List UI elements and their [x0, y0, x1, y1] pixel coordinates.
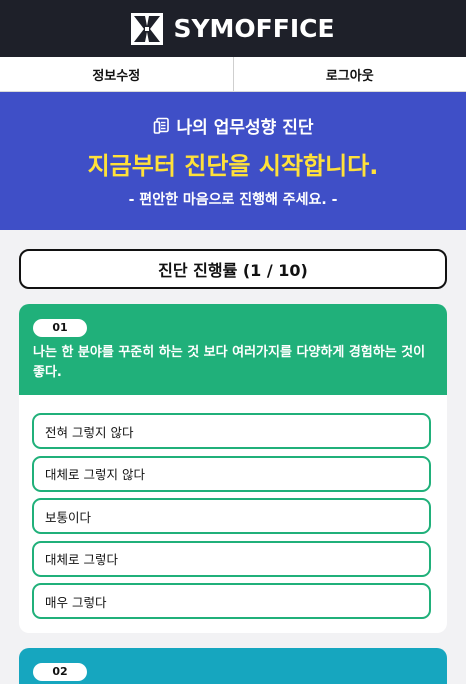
edit-profile-button[interactable]: 정보수정: [0, 57, 233, 91]
hero-subtitle: - 편안한 마음으로 진행해 주세요. -: [128, 192, 338, 208]
symoffice-logo-icon: [131, 12, 164, 45]
answer-options: 전혀 그렇지 않다 대체로 그렇지 않다 보통이다 대체로 그렇다 매우 그렇다: [19, 395, 447, 633]
progress-indicator: 진단 진행률 (1 / 10): [19, 249, 447, 289]
app: SYMOFFICE 정보수정 로그아웃 나의 업무성향 진단 지금부터 진단을 …: [0, 0, 466, 684]
question-number: 02: [33, 663, 87, 681]
question-header: 02: [19, 648, 447, 684]
account-nav: 정보수정 로그아웃: [0, 57, 466, 92]
answer-option-strongly-agree[interactable]: 매우 그렇다: [32, 583, 431, 619]
question-number: 01: [33, 319, 87, 337]
question-header: 01 나는 한 분야를 꾸준히 하는 것 보다 여러가지를 다양하게 경험하는 …: [19, 304, 447, 395]
document-icon: [153, 117, 171, 135]
brand-name: SYMOFFICE: [173, 14, 335, 43]
hero-title: 나의 업무성향 진단: [176, 118, 314, 138]
top-header: SYMOFFICE: [0, 0, 466, 57]
logout-button[interactable]: 로그아웃: [232, 57, 466, 91]
answer-option-neutral[interactable]: 보통이다: [32, 498, 431, 534]
hero-banner: 나의 업무성향 진단 지금부터 진단을 시작합니다. - 편안한 마음으로 진행…: [0, 92, 466, 230]
answer-option-disagree[interactable]: 대체로 그렇지 않다: [32, 455, 431, 492]
hero-title-row: 나의 업무성향 진단: [153, 113, 314, 138]
question-text: 나는 한 분야를 꾸준히 하는 것 보다 여러가지를 다양하게 경험하는 것이 …: [33, 345, 426, 380]
question-card-01: 01 나는 한 분야를 꾸준히 하는 것 보다 여러가지를 다양하게 경험하는 …: [19, 304, 447, 633]
hero-headline: 지금부터 진단을 시작합니다.: [87, 152, 379, 180]
question-card-02: 02: [19, 648, 447, 684]
answer-option-strongly-disagree[interactable]: 전혀 그렇지 않다: [32, 413, 431, 449]
answer-option-agree[interactable]: 대체로 그렇다: [32, 540, 431, 577]
